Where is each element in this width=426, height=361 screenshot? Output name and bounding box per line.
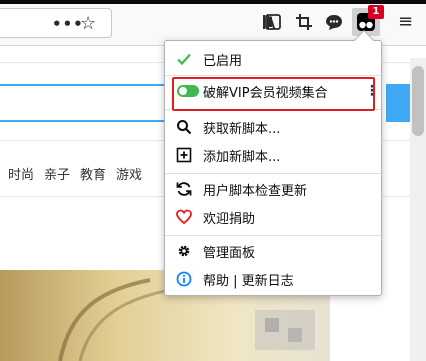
hamburger-menu-icon[interactable]: ≡ [398, 11, 413, 32]
get-new-scripts-item[interactable]: 获取新脚本... [165, 115, 381, 139]
page-actions-button[interactable]: ••• [52, 15, 84, 33]
window-top-strip [0, 0, 426, 4]
crop-icon[interactable] [294, 12, 314, 32]
help-item[interactable]: 帮助 | 更新日志 [165, 267, 381, 291]
site-search-box[interactable] [0, 84, 180, 122]
check-updates-label: 用户脚本检查更新 [203, 183, 308, 199]
scrollbar-thumb[interactable] [412, 66, 424, 136]
heart-icon [175, 208, 193, 226]
bookmark-star-icon[interactable]: ☆ [80, 13, 96, 34]
check-updates-item[interactable]: 用户脚本检查更新 [165, 177, 381, 201]
check-icon [175, 50, 193, 68]
help-label: 帮助 | 更新日志 [203, 273, 294, 289]
chat-icon[interactable] [324, 12, 344, 32]
dashboard-label: 管理面板 [203, 245, 256, 261]
url-bar[interactable]: ••• ☆ [0, 8, 112, 38]
menu-divider [165, 173, 381, 174]
site-category-nav: 时尚 亲子 教育 游戏 [8, 164, 142, 183]
add-new-script-label: 添加新脚本... [203, 149, 281, 165]
nav-tab[interactable]: 教育 [80, 164, 106, 183]
plus-square-icon [175, 146, 193, 164]
refresh-icon [175, 180, 193, 198]
get-new-scripts-label: 获取新脚本... [203, 121, 281, 137]
info-icon [175, 270, 193, 288]
donate-label: 欢迎捐助 [203, 211, 256, 227]
add-new-script-item[interactable]: 添加新脚本... [165, 143, 381, 167]
dashboard-item[interactable]: 管理面板 [165, 239, 381, 263]
search-icon [175, 118, 193, 136]
enabled-toggle-item[interactable]: 已启用 [165, 47, 381, 71]
highlight-box [172, 77, 375, 111]
sidebar-icon[interactable] [263, 12, 283, 32]
menu-divider [165, 75, 381, 76]
script-count-badge: 1 [368, 5, 384, 19]
nav-tab[interactable]: 游戏 [116, 164, 142, 183]
enabled-label: 已启用 [203, 53, 243, 69]
nav-tab[interactable]: 亲子 [44, 164, 70, 183]
menu-divider [165, 235, 381, 236]
site-search-button[interactable] [386, 84, 410, 122]
donate-item[interactable]: 欢迎捐助 [165, 205, 381, 229]
gear-icon [175, 242, 193, 260]
nav-tab[interactable]: 时尚 [8, 164, 34, 183]
